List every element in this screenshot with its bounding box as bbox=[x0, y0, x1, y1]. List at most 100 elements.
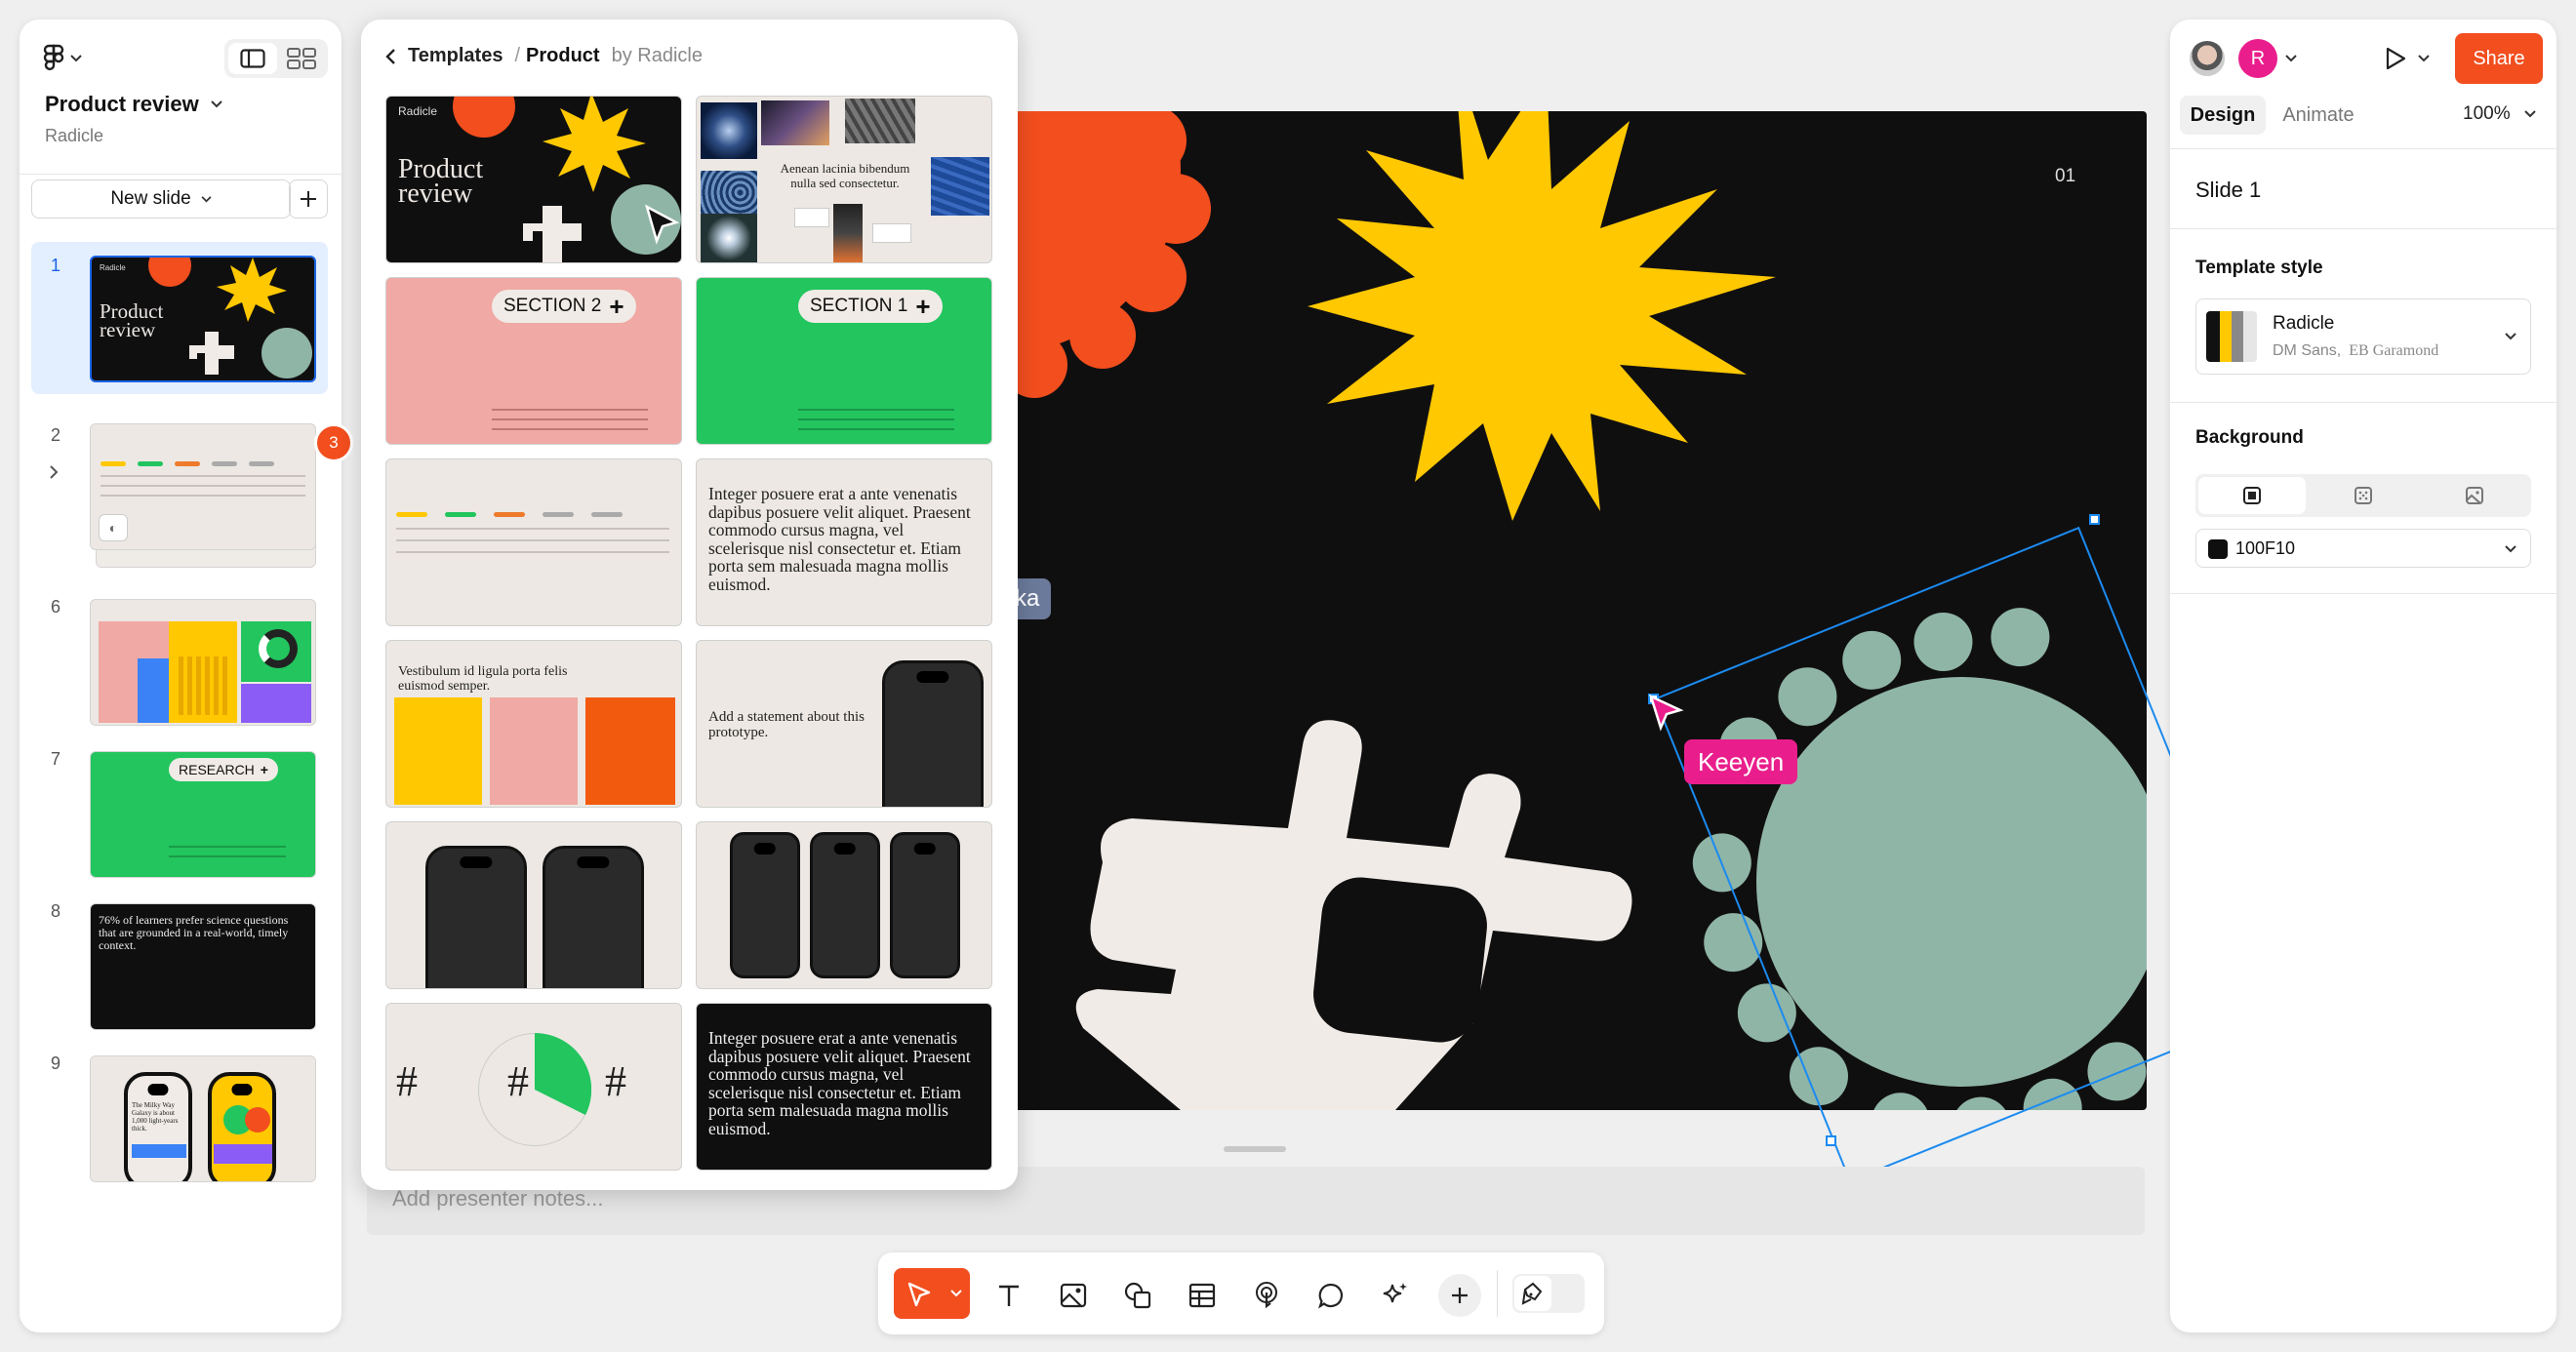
template-swatch bbox=[2206, 311, 2257, 362]
template-card[interactable]: Vestibulum id ligula porta felis euismod… bbox=[385, 640, 682, 808]
divider bbox=[20, 174, 342, 175]
slide-thumbnail-title: Product review bbox=[100, 299, 164, 341]
breadcrumb: Templates / Product by Radicle bbox=[384, 45, 703, 67]
single-view-button[interactable] bbox=[228, 43, 277, 74]
file-title: Product review bbox=[45, 92, 199, 116]
template-card[interactable]: Radicle Product review bbox=[385, 96, 682, 263]
gradient-fill-button[interactable] bbox=[2310, 477, 2417, 514]
zoom-dropdown[interactable]: 100% bbox=[2463, 103, 2536, 125]
share-label: Share bbox=[2473, 47, 2525, 69]
slide-list-item-7[interactable]: 7 RESEARCH + bbox=[31, 737, 328, 884]
image-tool-button[interactable] bbox=[1050, 1272, 1097, 1319]
slide-list-item-6[interactable]: 6 bbox=[31, 585, 328, 732]
team-name: Radicle bbox=[45, 126, 104, 145]
share-button[interactable]: Share bbox=[2455, 33, 2543, 84]
collaborator-name: Keeyen bbox=[1698, 746, 1785, 776]
comment-tool-button[interactable] bbox=[1308, 1272, 1354, 1319]
slide-thumbnail: 76% of learners prefer science questions… bbox=[90, 903, 316, 1030]
background-color-dropdown[interactable]: 100F10 bbox=[2195, 529, 2531, 568]
touch-icon bbox=[1256, 1282, 1277, 1309]
add-slide-button[interactable] bbox=[289, 179, 328, 219]
interaction-tool-button[interactable] bbox=[1243, 1272, 1290, 1319]
grid-view-button[interactable] bbox=[279, 43, 324, 74]
zoom-value: 100% bbox=[2463, 103, 2511, 124]
template-card[interactable]: Aenean lacinia bibendum nulla sed consec… bbox=[696, 96, 992, 263]
more-tools-button[interactable] bbox=[1438, 1274, 1481, 1317]
text-icon bbox=[999, 1285, 1019, 1306]
template-card[interactable]: Integer posuere erat a ante venenatis da… bbox=[696, 1003, 992, 1171]
move-tool-button[interactable] bbox=[894, 1268, 970, 1319]
chevron-down-icon bbox=[211, 100, 222, 108]
new-slide-button[interactable]: New slide bbox=[31, 179, 291, 219]
slide-number-label: 01 bbox=[2055, 166, 2076, 186]
toggle-icon: ◐ bbox=[99, 514, 128, 541]
template-card[interactable] bbox=[385, 821, 682, 989]
template-card[interactable] bbox=[696, 821, 992, 989]
text-tool-button[interactable] bbox=[986, 1272, 1032, 1319]
template-name: Radicle bbox=[2273, 313, 2335, 334]
slide-list-item-1[interactable]: 1 Product review Radicle bbox=[31, 242, 328, 394]
slide-list-item-2[interactable]: 2 ◐ 3 bbox=[31, 410, 353, 576]
play-icon bbox=[2386, 47, 2406, 70]
tab-animate-label: Animate bbox=[2282, 103, 2355, 126]
template-fonts: DM Sans, EB Garamond bbox=[2273, 342, 2438, 360]
template-card[interactable]: Add a statement about this prototype. bbox=[696, 640, 992, 808]
slide-thumbnail bbox=[90, 599, 316, 726]
slide-list-item-8[interactable]: 8 76% of learners prefer science questio… bbox=[31, 890, 328, 1036]
image-icon bbox=[2466, 487, 2483, 504]
solid-fill-button[interactable] bbox=[2198, 477, 2306, 514]
shape-tool-button[interactable] bbox=[1114, 1272, 1161, 1319]
bottom-toolbar bbox=[878, 1253, 1604, 1334]
breadcrumb-root[interactable]: Templates bbox=[408, 45, 503, 67]
template-text: Integer posuere erat a ante venenatis da… bbox=[708, 1028, 971, 1138]
comment-icon bbox=[1318, 1283, 1344, 1309]
template-font-serif: EB Garamond bbox=[2349, 342, 2439, 359]
chevron-down-icon bbox=[2505, 545, 2516, 553]
draw-tool-toggle[interactable] bbox=[1512, 1274, 1585, 1313]
ai-tool-button[interactable] bbox=[1372, 1272, 1419, 1319]
hash-symbol: # bbox=[605, 1057, 626, 1105]
slide-number: 2 bbox=[51, 425, 61, 445]
chevron-down-icon bbox=[2418, 55, 2430, 62]
avatar[interactable] bbox=[2188, 39, 2227, 78]
template-card[interactable]: SECTION 2 + bbox=[385, 277, 682, 445]
breadcrumb-separator: / bbox=[514, 45, 521, 66]
template-card[interactable]: Integer posuere erat a ante venenatis da… bbox=[696, 458, 992, 626]
avatar[interactable]: R bbox=[2238, 39, 2277, 78]
slide-thumbnail-brand: Radicle bbox=[100, 263, 126, 272]
comment-count-badge[interactable]: 3 bbox=[314, 423, 353, 462]
file-title-button[interactable]: Product review bbox=[45, 92, 222, 117]
template-text: Vestibulum id ligula porta felis euismod… bbox=[398, 664, 568, 694]
template-font-sans: DM Sans, bbox=[2273, 342, 2342, 359]
slide-number: 1 bbox=[51, 256, 61, 275]
chevron-right-icon[interactable] bbox=[49, 464, 60, 480]
background-hex[interactable]: 100F10 bbox=[2235, 538, 2295, 559]
slide-list-item-9[interactable]: 9 The Milky Way Galaxy is about 1,000 li… bbox=[31, 1042, 328, 1188]
color-swatch bbox=[2208, 539, 2228, 559]
tab-design-label: Design bbox=[2190, 103, 2256, 126]
tab-animate[interactable]: Animate bbox=[2272, 96, 2365, 135]
table-tool-button[interactable] bbox=[1179, 1272, 1226, 1319]
selection-handle[interactable] bbox=[2089, 514, 2100, 525]
slide-thumbnail: The Milky Way Galaxy is about 1,000 ligh… bbox=[90, 1055, 316, 1182]
templates-panel: Templates / Product by Radicle Radicle P… bbox=[361, 20, 1018, 1190]
template-style-heading: Template style bbox=[2195, 258, 2323, 278]
chevron-down-icon[interactable] bbox=[950, 1290, 962, 1297]
chevron-down-icon bbox=[2523, 110, 2536, 118]
chevron-left-icon[interactable] bbox=[384, 48, 396, 65]
template-card[interactable]: SECTION 1 + bbox=[696, 277, 992, 445]
template-text: Integer posuere erat a ante venenatis da… bbox=[708, 484, 971, 594]
slide-thumbnail: ◐ bbox=[90, 423, 316, 550]
slide-name: Slide 1 bbox=[2195, 178, 2262, 202]
image-fill-button[interactable] bbox=[2421, 477, 2528, 514]
template-card[interactable] bbox=[385, 458, 682, 626]
template-card[interactable]: # # # bbox=[385, 1003, 682, 1171]
tab-design[interactable]: Design bbox=[2180, 96, 2266, 135]
background-type-toggle bbox=[2195, 474, 2531, 517]
figma-menu-button[interactable] bbox=[43, 41, 92, 76]
template-style-dropdown[interactable]: Radicle DM Sans, EB Garamond bbox=[2195, 298, 2531, 375]
chevron-down-icon[interactable] bbox=[2285, 55, 2297, 62]
present-button[interactable] bbox=[2385, 41, 2443, 76]
notes-resize-handle[interactable] bbox=[1224, 1146, 1286, 1152]
selection-handle[interactable] bbox=[1826, 1135, 1836, 1146]
